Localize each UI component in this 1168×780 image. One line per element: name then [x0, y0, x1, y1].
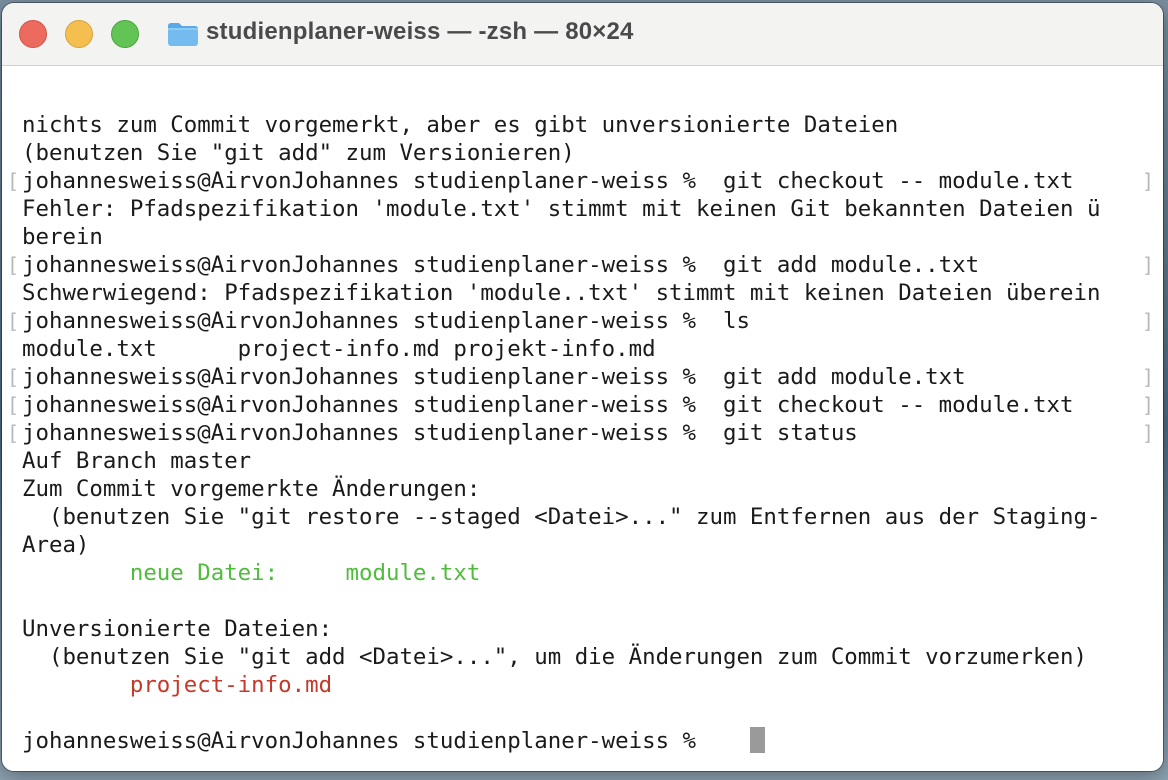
prompt-mark-right: ] — [1142, 421, 1155, 445]
window-title: studienplaner-weiss — -zsh — 80×24 — [206, 18, 634, 45]
output-line: (benutzen Sie "git add" zum Versionieren… — [22, 140, 575, 166]
output-line: Zum Commit vorgemerkte Änderungen: — [22, 476, 481, 502]
prompt-mark-left: [ — [7, 365, 20, 389]
output-line: berein — [22, 224, 103, 250]
current-prompt: johannesweiss@AirvonJohannes studienplan… — [22, 728, 710, 754]
prompt-mark-right: ] — [1142, 365, 1155, 389]
prompt-mark-left: [ — [7, 421, 20, 445]
close-button[interactable] — [19, 20, 47, 48]
terminal-window: studienplaner-weiss — -zsh — 80×24 nicht… — [2, 3, 1163, 771]
prompt-mark-right: ] — [1142, 309, 1155, 333]
prompt-line: johannesweiss@AirvonJohannes studienplan… — [22, 392, 1074, 418]
output-line: (benutzen Sie "git add <Datei>...", um d… — [22, 644, 1087, 670]
prompt-mark-right: ] — [1142, 169, 1155, 193]
prompt-line: johannesweiss@AirvonJohannes studienplan… — [22, 252, 980, 278]
output-line: Auf Branch master — [22, 448, 252, 474]
output-line: (benutzen Sie "git restore --staged <Dat… — [22, 504, 1101, 530]
prompt-mark-right: ] — [1142, 253, 1155, 277]
prompt-mark-left: [ — [7, 169, 20, 193]
terminal-content[interactable]: nichts zum Commit vorgemerkt, aber es gi… — [2, 66, 1163, 771]
prompt-mark-left: [ — [7, 253, 20, 277]
folder-icon — [168, 23, 198, 46]
prompt-mark-right: ] — [1142, 393, 1155, 417]
output-line: Unversionierte Dateien: — [22, 616, 333, 642]
output-line: module.txt project-info.md projekt-info.… — [22, 336, 656, 362]
prompt-line: johannesweiss@AirvonJohannes studienplan… — [22, 364, 966, 390]
untracked-file-line: project-info.md — [22, 672, 333, 698]
zoom-button[interactable] — [111, 20, 139, 48]
output-line: Fehler: Pfadspezifikation 'module.txt' s… — [22, 196, 1101, 222]
prompt-line: johannesweiss@AirvonJohannes studienplan… — [22, 420, 858, 446]
prompt-mark-left: [ — [7, 309, 20, 333]
prompt-line: johannesweiss@AirvonJohannes studienplan… — [22, 168, 1074, 194]
title-bar[interactable]: studienplaner-weiss — -zsh — 80×24 — [2, 3, 1163, 66]
minimize-button[interactable] — [65, 20, 93, 48]
output-line: nichts zum Commit vorgemerkt, aber es gi… — [22, 112, 899, 138]
prompt-mark-left: [ — [7, 393, 20, 417]
output-line: Area) — [22, 532, 90, 558]
output-line: Schwerwiegend: Pfadspezifikation 'module… — [22, 280, 1101, 306]
prompt-line: johannesweiss@AirvonJohannes studienplan… — [22, 308, 750, 334]
staged-file-line: neue Datei: module.txt — [22, 560, 481, 586]
text-cursor — [750, 727, 765, 753]
